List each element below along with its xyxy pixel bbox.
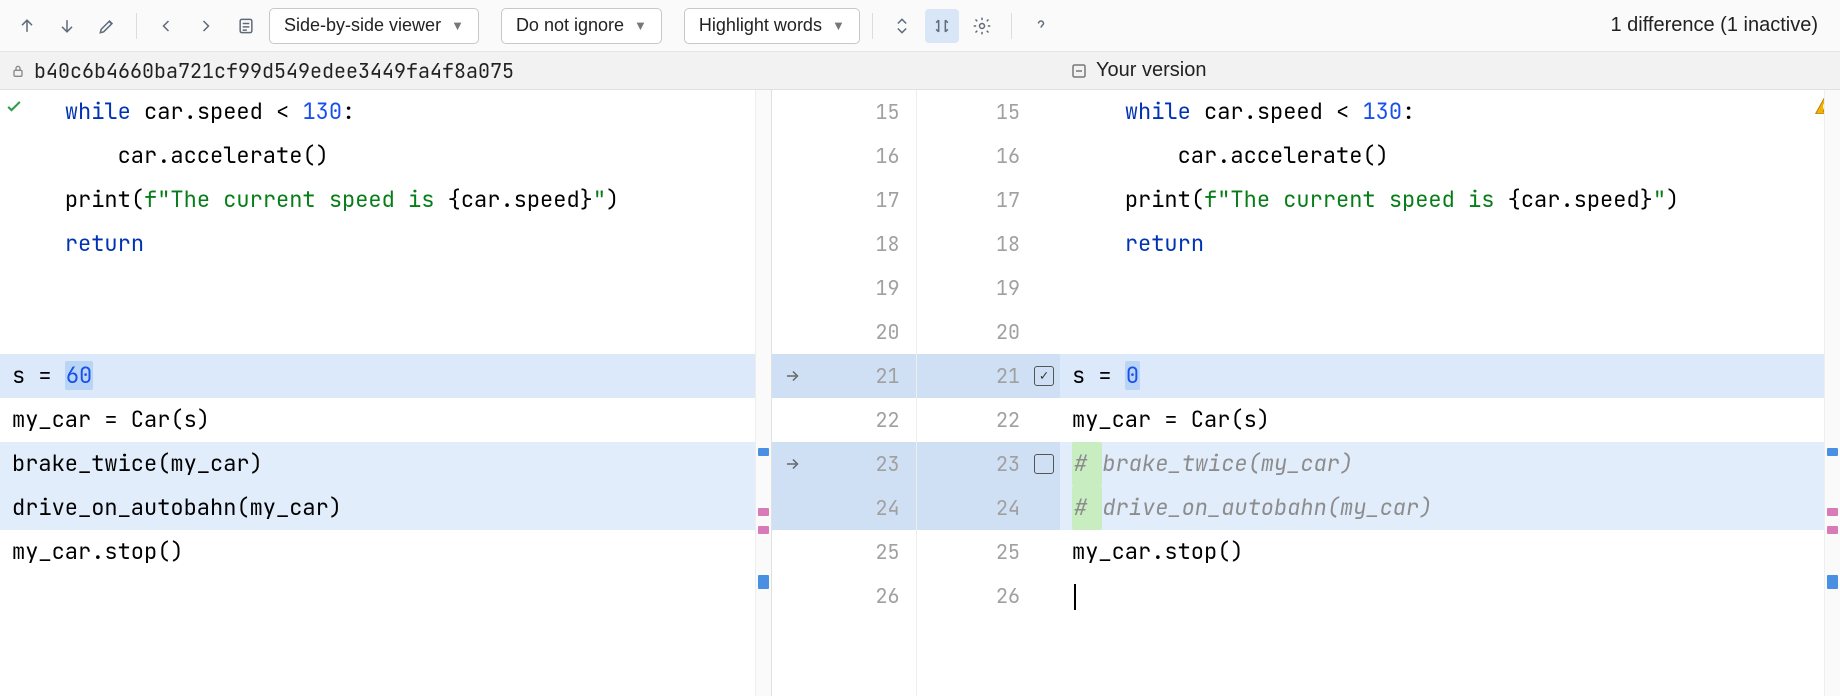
code-line[interactable] <box>1060 310 1840 354</box>
code-line[interactable]: while car.speed < 130: <box>0 90 771 134</box>
line-number[interactable]: 17 <box>772 178 916 222</box>
line-number[interactable]: 24 <box>772 486 916 530</box>
line-number[interactable]: 21 <box>772 354 916 398</box>
diff-toolbar: Side-by-side viewer ▼ Do not ignore ▼ Hi… <box>0 0 1840 52</box>
code-line[interactable] <box>0 310 771 354</box>
code-line[interactable] <box>1060 574 1840 618</box>
line-number[interactable]: 18 <box>917 222 1061 266</box>
apply-change-icon[interactable] <box>782 453 804 475</box>
accept-checkbox-checked[interactable] <box>1034 366 1054 386</box>
accept-checkbox[interactable] <box>1034 454 1054 474</box>
separator <box>1011 13 1012 39</box>
code-line[interactable] <box>0 266 771 310</box>
next-diff-button[interactable] <box>50 9 84 43</box>
code-line[interactable]: # brake_twice(my_car) <box>1060 442 1840 486</box>
settings-button[interactable] <box>965 9 999 43</box>
diff-body: while car.speed < 130: car.accelerate() … <box>0 90 1840 696</box>
left-minimap[interactable] <box>755 90 771 696</box>
collapse-unchanged-button[interactable] <box>885 9 919 43</box>
help-button[interactable] <box>1024 9 1058 43</box>
edit-button[interactable] <box>90 9 124 43</box>
code-line[interactable]: car.accelerate() <box>1060 134 1840 178</box>
left-panel-header: b40c6b4660ba721cf99d549edee3449fa4f8a075 <box>0 52 772 89</box>
line-number[interactable]: 19 <box>772 266 916 310</box>
left-panel-title: b40c6b4660ba721cf99d549edee3449fa4f8a075 <box>34 58 514 84</box>
code-line[interactable] <box>1060 266 1840 310</box>
code-line[interactable] <box>0 574 771 618</box>
chevron-down-icon: ▼ <box>832 18 845 33</box>
code-line[interactable]: my_car = Car(s) <box>0 398 771 442</box>
code-line[interactable]: drive_on_autobahn(my_car) <box>0 486 771 530</box>
prev-diff-button[interactable] <box>10 9 44 43</box>
left-code-pane[interactable]: while car.speed < 130: car.accelerate() … <box>0 90 772 696</box>
line-number[interactable]: 17 <box>917 178 1061 222</box>
right-panel-header: Your version <box>1060 52 1840 89</box>
line-number[interactable]: 24 <box>917 486 1061 530</box>
code-line[interactable]: car.accelerate() <box>0 134 771 178</box>
chevron-down-icon: ▼ <box>634 18 647 33</box>
line-number[interactable]: 20 <box>772 310 916 354</box>
code-line[interactable]: s = 60 <box>0 354 771 398</box>
line-number[interactable]: 15 <box>772 90 916 134</box>
code-line[interactable]: return <box>0 222 771 266</box>
file-list-button[interactable] <box>229 9 263 43</box>
line-number[interactable]: 26 <box>917 574 1061 618</box>
code-line[interactable]: print(f"The current speed is {car.speed}… <box>1060 178 1840 222</box>
line-number[interactable]: 23 <box>917 442 1061 486</box>
highlight-mode-dropdown[interactable]: Highlight words ▼ <box>684 8 860 44</box>
nav-forward-button[interactable] <box>189 9 223 43</box>
ignore-mode-dropdown[interactable]: Do not ignore ▼ <box>501 8 662 44</box>
line-number[interactable]: 21 <box>917 354 1061 398</box>
code-line[interactable]: s = 0 <box>1060 354 1840 398</box>
line-number[interactable]: 25 <box>917 530 1061 574</box>
sync-scroll-button[interactable] <box>925 9 959 43</box>
highlight-mode-label: Highlight words <box>699 15 822 36</box>
chevron-down-icon: ▼ <box>451 18 464 33</box>
code-line[interactable]: print(f"The current speed is {car.speed}… <box>0 178 771 222</box>
right-panel-title: Your version <box>1096 59 1206 82</box>
apply-change-icon[interactable] <box>782 365 804 387</box>
line-number[interactable]: 22 <box>917 398 1061 442</box>
code-line[interactable]: return <box>1060 222 1840 266</box>
panel-headers: b40c6b4660ba721cf99d549edee3449fa4f8a075… <box>0 52 1840 90</box>
code-line[interactable]: brake_twice(my_car) <box>0 442 771 486</box>
viewer-mode-label: Side-by-side viewer <box>284 15 441 36</box>
line-number[interactable]: 16 <box>917 134 1061 178</box>
nav-back-button[interactable] <box>149 9 183 43</box>
line-number[interactable]: 15 <box>917 90 1061 134</box>
line-number[interactable]: 20 <box>917 310 1061 354</box>
right-code-pane[interactable]: while car.speed < 130: car.accelerate() … <box>1060 90 1840 696</box>
right-minimap[interactable] <box>1824 90 1840 696</box>
line-number[interactable]: 26 <box>772 574 916 618</box>
viewer-mode-dropdown[interactable]: Side-by-side viewer ▼ <box>269 8 479 44</box>
code-line[interactable]: my_car.stop() <box>0 530 771 574</box>
code-line[interactable]: # drive_on_autobahn(my_car) <box>1060 486 1840 530</box>
code-line[interactable]: while car.speed < 130: <box>1060 90 1840 134</box>
ignore-mode-label: Do not ignore <box>516 15 624 36</box>
line-number[interactable]: 18 <box>772 222 916 266</box>
lock-icon <box>10 63 26 79</box>
collapse-icon[interactable] <box>1070 62 1088 80</box>
code-line[interactable]: my_car.stop() <box>1060 530 1840 574</box>
diff-count-label: 1 difference (1 inactive) <box>1610 14 1830 37</box>
separator <box>872 13 873 39</box>
text-cursor <box>1074 584 1076 610</box>
line-number-gutter: 151617181920212223242526 151617181920212… <box>772 90 1060 696</box>
line-number[interactable]: 16 <box>772 134 916 178</box>
separator <box>136 13 137 39</box>
line-number[interactable]: 22 <box>772 398 916 442</box>
line-number[interactable]: 25 <box>772 530 916 574</box>
line-number[interactable]: 23 <box>772 442 916 486</box>
code-line[interactable]: my_car = Car(s) <box>1060 398 1840 442</box>
line-number[interactable]: 19 <box>917 266 1061 310</box>
